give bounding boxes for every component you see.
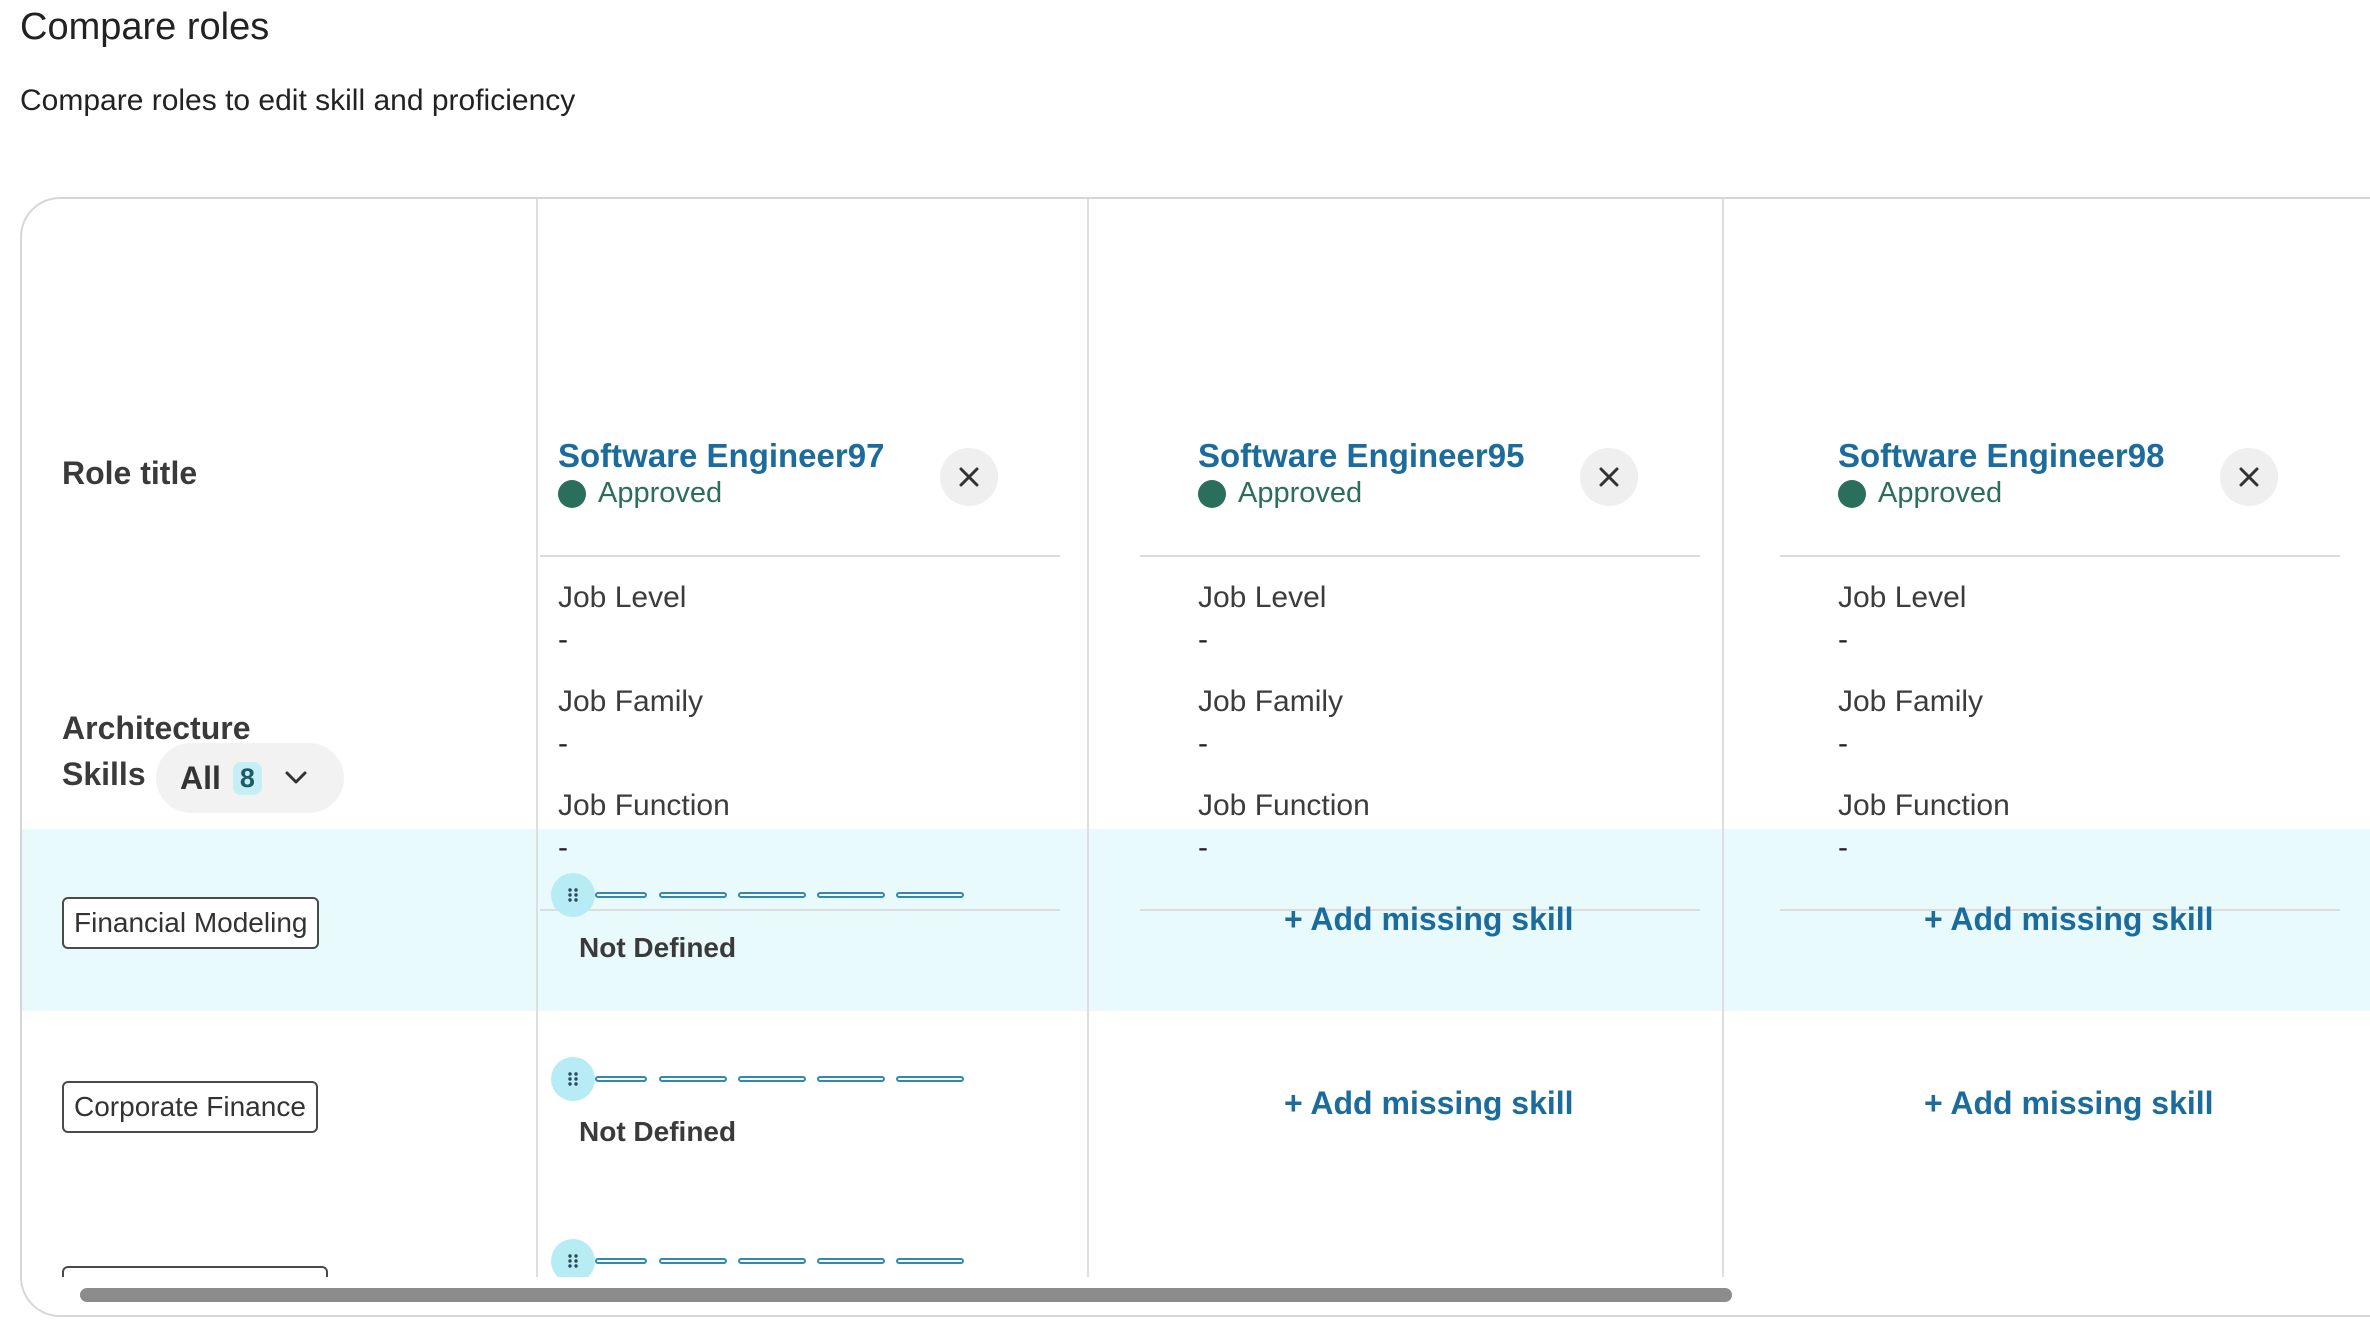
job-function-value: -: [1198, 831, 1208, 865]
status-label: Approved: [1878, 477, 2002, 510]
page-title: Compare roles: [20, 6, 269, 49]
proficiency-slider-handle[interactable]: [551, 1057, 595, 1101]
role-status: Approved: [1198, 477, 1362, 510]
compare-roles-table: Role title Architecture Skills All 8 Sof…: [20, 197, 2370, 1317]
proficiency-level-segment[interactable]: [595, 1258, 647, 1264]
role-status: Approved: [558, 477, 722, 510]
row-label-architecture: Architecture: [62, 710, 251, 747]
proficiency-level-text: Not Defined: [579, 1116, 736, 1148]
job-function-label: Job Function: [1198, 789, 1370, 823]
role-title-link[interactable]: Software Engineer97: [558, 437, 884, 475]
skills-filter-label: All: [180, 760, 221, 797]
job-function-label: Job Function: [558, 789, 730, 823]
proficiency-level-segment[interactable]: [659, 892, 727, 898]
close-icon: [1598, 466, 1620, 488]
job-level-value: -: [1838, 623, 1848, 657]
approved-status-dot-icon: [1198, 480, 1226, 508]
proficiency-level-segment[interactable]: [595, 1076, 647, 1082]
proficiency-level-segment[interactable]: [896, 1076, 964, 1082]
job-function-label: Job Function: [1838, 789, 2010, 823]
job-level-label: Job Level: [1198, 581, 1326, 615]
job-level-label: Job Level: [1838, 581, 1966, 615]
skills-count-badge: 8: [233, 762, 262, 795]
proficiency-level-segment[interactable]: [896, 1258, 964, 1264]
proficiency-level-segment[interactable]: [817, 1076, 885, 1082]
skill-tag: Financial Modeling: [62, 897, 319, 949]
close-icon: [2238, 466, 2260, 488]
chevron-down-icon: [284, 770, 308, 786]
proficiency-slider-handle[interactable]: [551, 873, 595, 917]
role-title-link[interactable]: Software Engineer95: [1198, 437, 1524, 475]
row-label-role-title: Role title: [62, 455, 197, 492]
proficiency-level-segment[interactable]: [659, 1076, 727, 1082]
skills-filter-dropdown[interactable]: All 8: [156, 743, 344, 813]
column-divider: [536, 199, 538, 1315]
proficiency-level-segment[interactable]: [817, 1258, 885, 1264]
remove-role-button[interactable]: [1580, 448, 1638, 506]
add-missing-skill-link[interactable]: + Add missing skill: [1284, 1085, 1574, 1122]
remove-role-button[interactable]: [2220, 448, 2278, 506]
job-family-value: -: [558, 727, 568, 761]
job-level-value: -: [558, 623, 568, 657]
role-status: Approved: [1838, 477, 2002, 510]
job-level-value: -: [1198, 623, 1208, 657]
remove-role-button[interactable]: [940, 448, 998, 506]
column-divider: [1722, 199, 1724, 1315]
job-function-value: -: [1838, 831, 1848, 865]
status-label: Approved: [598, 477, 722, 510]
proficiency-level-segment[interactable]: [738, 1258, 806, 1264]
proficiency-level-segment[interactable]: [896, 892, 964, 898]
drag-handle-icon: [567, 1071, 579, 1087]
proficiency-level-segment[interactable]: [817, 892, 885, 898]
page-subtitle: Compare roles to edit skill and proficie…: [20, 84, 575, 118]
job-family-label: Job Family: [1838, 685, 1983, 719]
add-missing-skill-link[interactable]: + Add missing skill: [1284, 901, 1574, 938]
role-title-link[interactable]: Software Engineer98: [1838, 437, 2164, 475]
proficiency-level-segment[interactable]: [595, 892, 647, 898]
horizontal-scrollbar[interactable]: [80, 1288, 1732, 1302]
drag-handle-icon: [567, 1253, 579, 1269]
job-family-value: -: [1198, 727, 1208, 761]
column-divider: [1087, 199, 1089, 1315]
add-missing-skill-link[interactable]: + Add missing skill: [1924, 901, 2214, 938]
proficiency-level-segment[interactable]: [659, 1258, 727, 1264]
add-missing-skill-link[interactable]: + Add missing skill: [1924, 1085, 2214, 1122]
approved-status-dot-icon: [558, 480, 586, 508]
status-label: Approved: [1238, 477, 1362, 510]
proficiency-level-text: Not Defined: [579, 932, 736, 964]
close-icon: [958, 466, 980, 488]
job-function-value: -: [558, 831, 568, 865]
job-family-label: Job Family: [1198, 685, 1343, 719]
architecture-divider: [540, 909, 1060, 911]
drag-handle-icon: [567, 887, 579, 903]
approved-status-dot-icon: [1838, 480, 1866, 508]
header-divider: [1140, 555, 1700, 557]
proficiency-level-segment[interactable]: [738, 1076, 806, 1082]
row-label-skills: Skills: [62, 756, 146, 793]
skill-tag: Corporate Finance: [62, 1081, 318, 1133]
job-level-label: Job Level: [558, 581, 686, 615]
job-family-label: Job Family: [558, 685, 703, 719]
proficiency-level-segment[interactable]: [738, 892, 806, 898]
header-divider: [540, 555, 1060, 557]
job-family-value: -: [1838, 727, 1848, 761]
header-divider: [1780, 555, 2340, 557]
